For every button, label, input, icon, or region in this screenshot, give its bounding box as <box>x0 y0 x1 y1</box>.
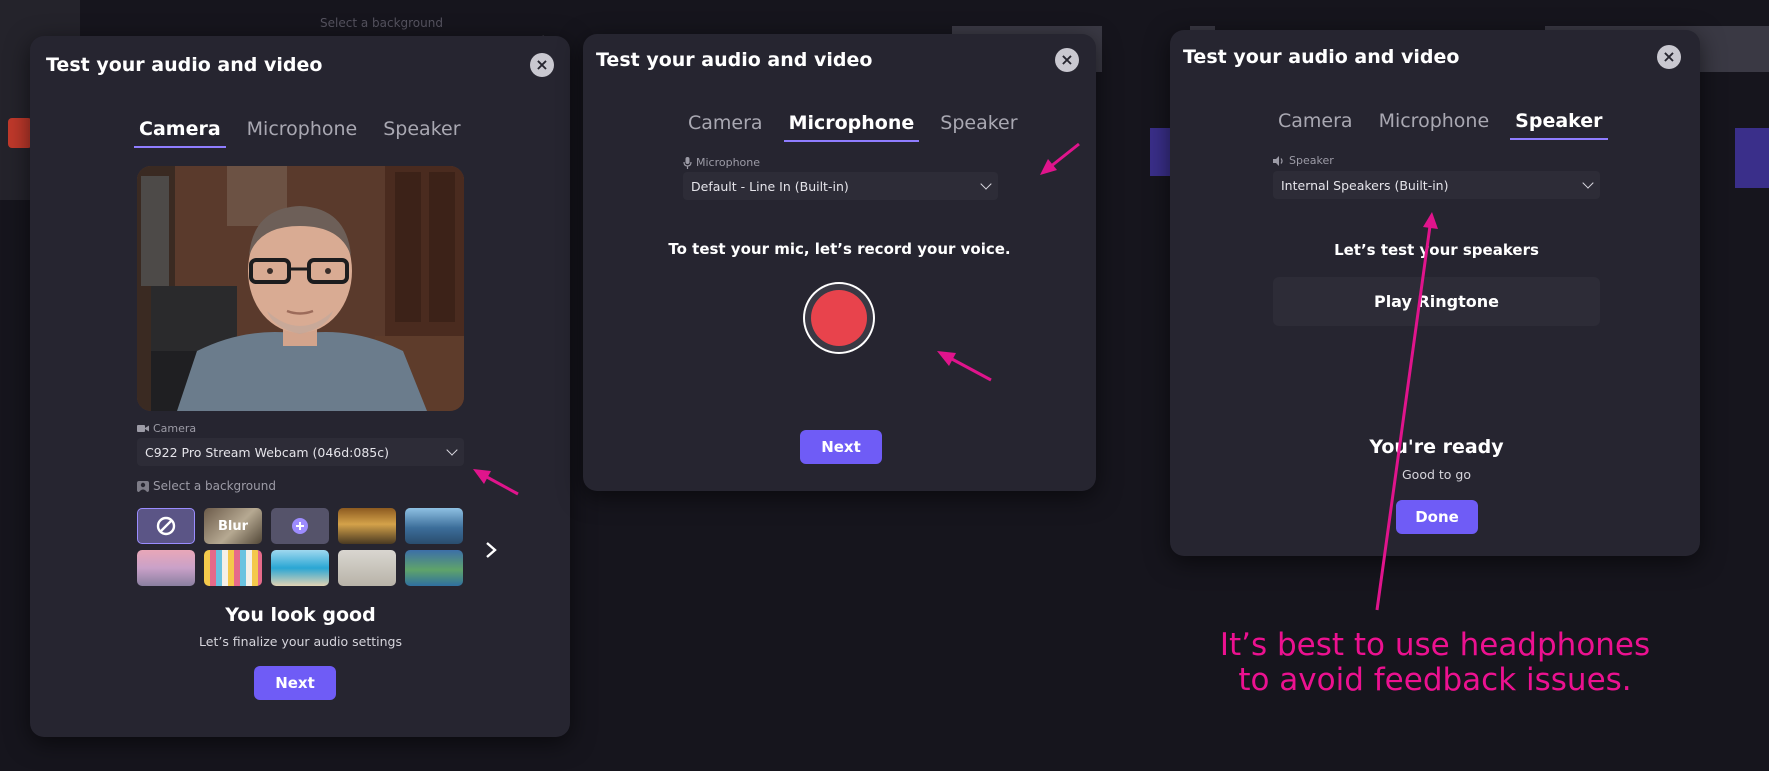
mic-instruction: To test your mic, let’s record your voic… <box>668 240 1011 258</box>
chevron-down-icon <box>1582 177 1594 189</box>
microphone-label-text: Microphone <box>696 156 761 169</box>
speaker-test-heading: Let’s test your speakers <box>1334 241 1539 259</box>
background-option-image-temple[interactable] <box>338 508 396 544</box>
tab-bar: Camera Microphone Speaker <box>1273 110 1624 140</box>
close-icon: × <box>535 55 549 74</box>
camera-label-text: Camera <box>153 422 197 435</box>
person-background-icon <box>137 480 149 492</box>
speaker-test-modal: Test your audio and video × Camera Micro… <box>1170 30 1700 556</box>
speaker-label-text: Speaker <box>1289 154 1334 167</box>
video-camera-icon <box>137 425 149 432</box>
modal-title: Test your audio and video <box>46 54 323 76</box>
background-option-image-mountains[interactable] <box>405 508 463 544</box>
annotation-note-line-2: to avoid feedback issues. <box>1238 661 1632 698</box>
camera-select[interactable]: C922 Pro Stream Webcam (046d:085c) <box>137 438 464 466</box>
microphone-icon <box>683 156 692 169</box>
add-icon <box>292 518 308 534</box>
record-dot-icon <box>811 290 867 346</box>
background-faint-text: Select a background <box>320 16 443 30</box>
microphone-field-label: Microphone <box>683 156 760 169</box>
tab-camera[interactable]: Camera <box>683 112 768 142</box>
close-icon: × <box>1662 47 1676 66</box>
next-button[interactable]: Next <box>800 430 882 464</box>
no-background-icon <box>156 516 176 536</box>
speaker-field-label: Speaker <box>1273 154 1334 167</box>
camera-status-subtitle: Let’s finalize your audio settings <box>199 634 402 649</box>
annotation-note-line-1: It’s best to use headphones <box>1219 627 1651 663</box>
close-button[interactable]: × <box>530 53 554 77</box>
tab-camera[interactable]: Camera <box>134 118 226 148</box>
record-ring <box>805 284 873 352</box>
background-option-image-beach[interactable] <box>271 550 329 586</box>
background-label-text: Select a background <box>153 479 276 493</box>
chevron-right-icon[interactable] <box>484 541 498 559</box>
tab-microphone[interactable]: Microphone <box>1374 110 1495 140</box>
background-option-image-balloons[interactable] <box>204 550 262 586</box>
done-button[interactable]: Done <box>1396 500 1478 534</box>
background-option-add[interactable] <box>271 508 329 544</box>
microphone-select-value: Default - Line In (Built-in) <box>691 178 849 194</box>
background-option-image-room[interactable] <box>338 550 396 586</box>
chevron-down-icon <box>980 178 992 190</box>
tab-bar: Camera Microphone Speaker <box>683 112 1039 142</box>
camera-select-value: C922 Pro Stream Webcam (046d:085c) <box>145 444 389 460</box>
speaker-select-value: Internal Speakers (Built-in) <box>1281 177 1449 193</box>
play-ringtone-button[interactable]: Play Ringtone <box>1273 277 1600 326</box>
annotation-note: It’s best to use headphones to avoid fee… <box>1210 628 1660 697</box>
background-accent-panel <box>1735 128 1769 188</box>
background-option-blur[interactable]: Blur <box>204 508 262 544</box>
ready-subtitle: Good to go <box>1402 467 1471 482</box>
camera-preview-image <box>137 166 464 411</box>
tab-camera[interactable]: Camera <box>1273 110 1358 140</box>
camera-status-title: You look good <box>225 604 376 626</box>
tab-microphone[interactable]: Microphone <box>783 112 920 142</box>
chevron-down-icon <box>446 444 458 456</box>
close-icon: × <box>1060 50 1074 69</box>
close-button[interactable]: × <box>1055 48 1079 72</box>
camera-field-label: Camera <box>137 422 196 435</box>
tab-microphone[interactable]: Microphone <box>242 118 363 148</box>
speaker-select[interactable]: Internal Speakers (Built-in) <box>1273 171 1600 199</box>
microphone-test-modal: Test your audio and video × Camera Micro… <box>583 34 1096 491</box>
tab-speaker[interactable]: Speaker <box>1510 110 1608 140</box>
close-button[interactable]: × <box>1657 45 1681 69</box>
tab-bar: Camera Microphone Speaker <box>134 118 482 148</box>
background-mute-icon <box>8 118 32 148</box>
next-button[interactable]: Next <box>254 666 336 700</box>
record-button[interactable] <box>803 282 875 354</box>
ready-title: You're ready <box>1369 436 1504 458</box>
background-option-none[interactable] <box>137 508 195 544</box>
camera-preview <box>137 166 464 411</box>
blur-label: Blur <box>217 518 249 534</box>
background-option-image-lake[interactable] <box>405 550 463 586</box>
tab-speaker[interactable]: Speaker <box>378 118 465 148</box>
background-field-label: Select a background <box>137 479 276 493</box>
modal-title: Test your audio and video <box>596 49 873 71</box>
camera-test-modal: Test your audio and video × Camera Micro… <box>30 36 570 737</box>
background-option-image-city[interactable] <box>137 550 195 586</box>
speaker-icon <box>1273 155 1283 166</box>
tab-speaker[interactable]: Speaker <box>935 112 1022 142</box>
modal-title: Test your audio and video <box>1183 46 1460 68</box>
microphone-select[interactable]: Default - Line In (Built-in) <box>683 172 998 200</box>
